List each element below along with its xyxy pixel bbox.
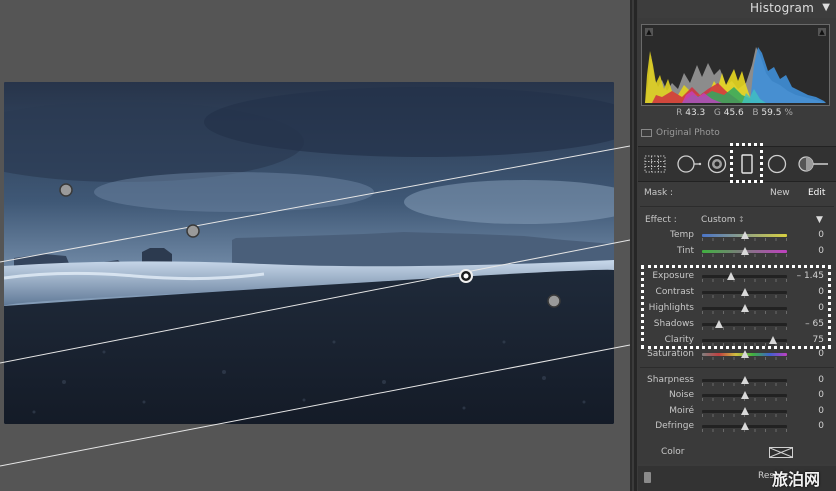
crop-overlay-icon[interactable] bbox=[644, 155, 666, 173]
panel-switch-icon[interactable] bbox=[644, 472, 651, 483]
g-value: 45.6 bbox=[723, 108, 744, 118]
effect-preset-dropdown[interactable]: Custom bbox=[701, 215, 735, 225]
tone-sliders-highlight bbox=[641, 265, 831, 349]
slider-label: Temp bbox=[670, 230, 694, 240]
slider-label: Defringe bbox=[655, 420, 694, 431]
filter-pin[interactable] bbox=[547, 294, 561, 308]
slider-value[interactable]: 0 bbox=[818, 230, 824, 240]
histogram-graph[interactable]: ▲ ▲ bbox=[641, 24, 830, 106]
original-photo-label: Original Photo bbox=[656, 128, 720, 138]
slider-knob[interactable] bbox=[740, 350, 749, 358]
r-value: 43.3 bbox=[685, 108, 706, 118]
slider-value[interactable]: 0 bbox=[818, 390, 824, 400]
g-label: G bbox=[713, 108, 721, 118]
b-label: B bbox=[752, 108, 759, 118]
divider bbox=[640, 206, 834, 207]
slider-knob[interactable] bbox=[740, 391, 749, 400]
r-label: R bbox=[676, 108, 683, 118]
effect-label: Effect : bbox=[645, 215, 677, 225]
mask-edit-button[interactable]: Edit bbox=[808, 188, 825, 198]
histogram-curves bbox=[645, 47, 826, 103]
red-eye-icon[interactable] bbox=[706, 154, 728, 174]
triangle-down-icon[interactable]: ▼ bbox=[822, 2, 830, 13]
filter-pin[interactable] bbox=[59, 183, 73, 197]
slider-label: Sharpness bbox=[647, 375, 694, 385]
triangle-down-icon[interactable]: ▼ bbox=[816, 215, 823, 225]
slider-value[interactable]: 0 bbox=[818, 421, 824, 431]
slider-knob[interactable] bbox=[740, 231, 749, 239]
slider-knob[interactable] bbox=[740, 246, 749, 255]
photo-preview[interactable] bbox=[4, 82, 614, 424]
slider-label: Moiré bbox=[669, 405, 694, 416]
percent-sign: % bbox=[784, 108, 793, 118]
slider-label: Tint bbox=[677, 245, 694, 256]
panel-divider[interactable] bbox=[634, 0, 637, 491]
b-value: 59.5 bbox=[761, 108, 782, 118]
slider-label: Saturation bbox=[647, 349, 694, 359]
watermark-text: 旅泊网 bbox=[772, 470, 821, 489]
highlight-clipping-icon[interactable]: ▲ bbox=[818, 28, 826, 36]
slider-knob[interactable] bbox=[740, 376, 749, 384]
slider-value[interactable]: 0 bbox=[818, 246, 824, 256]
histogram-title: Histogram bbox=[749, 1, 814, 15]
graduated-filter-highlight bbox=[730, 143, 763, 183]
original-photo-toggle[interactable]: Original Photo bbox=[641, 128, 720, 138]
mask-label: Mask : bbox=[644, 188, 674, 198]
divider bbox=[640, 367, 834, 368]
spot-removal-icon[interactable] bbox=[676, 154, 702, 174]
filter-pin-active[interactable] bbox=[459, 269, 473, 283]
rgb-readout: R 43.3 G 45.6 B 59.5 % bbox=[641, 108, 828, 118]
slider-label: Noise bbox=[669, 390, 694, 401]
mask-row: Mask : New Edit bbox=[638, 183, 836, 205]
histogram-header[interactable]: Histogram ▼ bbox=[638, 0, 836, 18]
slider-value[interactable]: 0 bbox=[818, 349, 824, 359]
color-label: Color bbox=[661, 447, 685, 457]
original-photo-icon bbox=[641, 128, 652, 137]
slider-knob[interactable] bbox=[740, 421, 749, 430]
filter-pin[interactable] bbox=[186, 224, 200, 238]
slider-knob[interactable] bbox=[740, 406, 749, 415]
photo-image bbox=[4, 82, 614, 424]
adjustment-brush-icon[interactable] bbox=[796, 154, 830, 174]
slider-value[interactable]: 0 bbox=[818, 375, 824, 385]
mask-new-button[interactable]: New bbox=[770, 188, 790, 198]
no-color-swatch-icon[interactable] bbox=[769, 447, 793, 458]
radial-filter-icon[interactable] bbox=[766, 154, 788, 174]
shadow-clipping-icon[interactable]: ▲ bbox=[645, 28, 653, 36]
slider-value[interactable]: 0 bbox=[818, 406, 824, 416]
updown-arrows-icon: ↕ bbox=[738, 215, 745, 224]
